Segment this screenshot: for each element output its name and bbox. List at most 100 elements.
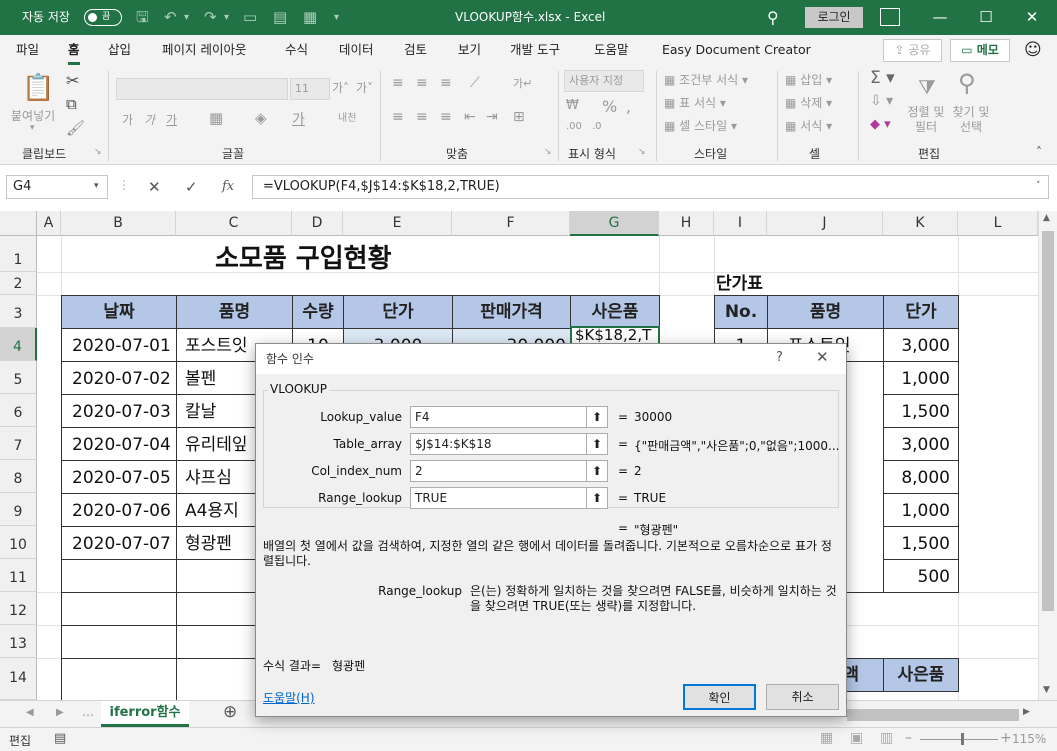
column-header[interactable]: C [176, 211, 292, 236]
zoom-in-icon[interactable]: + [1000, 730, 1012, 746]
column-header[interactable]: J [767, 211, 883, 236]
row-header[interactable]: 9 [0, 493, 37, 526]
bold-icon[interactable]: 가 [122, 111, 133, 128]
prev-sheet-icon[interactable]: ◀ [26, 707, 34, 718]
clipboard-launcher-icon[interactable]: ↘ [94, 147, 102, 157]
column-header[interactable]: D [292, 211, 343, 236]
paste-dropdown-icon[interactable]: ▾ [30, 123, 35, 133]
column-header[interactable]: I [714, 211, 767, 236]
font-size-combo[interactable]: 11 [290, 78, 330, 100]
col-index-input[interactable]: 2 [410, 460, 588, 482]
sort-filter-icon[interactable]: ⧩ [918, 75, 936, 99]
range-lookup-input[interactable]: TRUE [410, 487, 588, 509]
paste-icon[interactable]: 📋 [22, 73, 54, 103]
table-format-button[interactable]: ▦ 표 서식 ▾ [664, 94, 726, 111]
tab-formulas[interactable]: 수식 [285, 35, 308, 65]
price-cell[interactable]: 8,000 [883, 460, 959, 494]
cond-format-button[interactable]: ▦ 조건부 서식 ▾ [664, 71, 748, 88]
row-header[interactable]: 4 [0, 328, 37, 361]
help-link[interactable]: 도움말(H) [263, 689, 315, 706]
add-sheet-icon[interactable]: ⊕ [223, 702, 237, 722]
phonetic-icon[interactable]: 내천 [338, 109, 356, 124]
increase-decimal-icon[interactable]: .00 [566, 121, 582, 132]
smiley-icon[interactable]: ☺ [1024, 39, 1042, 61]
header-gift[interactable]: 사은품 [570, 295, 660, 329]
search-icon[interactable]: ⚲ [767, 0, 779, 35]
row-header[interactable]: 12 [0, 592, 37, 625]
header-price[interactable]: 단가 [883, 295, 959, 329]
align-middle-icon[interactable]: ≡ [416, 75, 428, 91]
shrink-font-icon[interactable]: 가˅ [356, 79, 373, 96]
paste-label[interactable]: 붙여넣기 [11, 107, 55, 124]
table-array-input[interactable]: $J$14:$K$18 [410, 433, 588, 455]
redo-dropdown-icon[interactable]: ▾ [224, 0, 229, 35]
lookup-value-input[interactable]: F4 [410, 406, 588, 428]
insert-function-icon[interactable]: fx [222, 175, 234, 199]
tab-page-layout[interactable]: 페이지 레이아웃 [162, 35, 246, 65]
price-cell[interactable]: 3,000 [883, 427, 959, 461]
increase-indent-icon[interactable]: ⇥ [486, 109, 498, 125]
column-header[interactable]: L [958, 211, 1038, 236]
price-cell[interactable]: 1,500 [883, 394, 959, 428]
cancel-icon[interactable]: ✕ [148, 175, 161, 199]
wrap-text-icon[interactable]: 가↵ [513, 75, 532, 91]
customize-qat-icon[interactable]: ▾ [334, 0, 339, 35]
page-break-view-icon[interactable]: ▥ [880, 730, 893, 746]
empty-cell[interactable] [61, 592, 177, 626]
number-launcher-icon[interactable]: ↘ [638, 147, 646, 157]
enter-icon[interactable]: ✓ [185, 175, 198, 199]
date-cell[interactable]: 2020-07-02 [61, 361, 177, 395]
scroll-thumb[interactable] [1042, 231, 1054, 611]
table-icon[interactable]: ▤ [273, 0, 287, 35]
price-cell[interactable]: 3,000 [883, 328, 959, 362]
collapse-dialog-icon[interactable]: ⬆ [586, 433, 608, 455]
date-cell[interactable]: 2020-07-04 [61, 427, 177, 461]
vertical-scrollbar[interactable]: ▲ ▼ [1038, 211, 1057, 700]
normal-view-icon[interactable]: ▦ [820, 730, 833, 746]
column-header[interactable]: G [570, 211, 659, 236]
header-date[interactable]: 날짜 [61, 295, 177, 329]
page-layout-view-icon[interactable]: ▣ [850, 730, 863, 746]
zoom-level[interactable]: 115% [1012, 732, 1046, 746]
format-cells-button[interactable]: ▦ 서식 ▾ [785, 117, 832, 134]
find-select-icon[interactable]: ⚲ [958, 69, 976, 97]
empty-cell[interactable] [61, 559, 177, 593]
sheet-icon[interactable]: ▦ [303, 0, 317, 35]
align-center-icon[interactable]: ≡ [416, 109, 428, 125]
row-header[interactable]: 8 [0, 460, 37, 493]
clear-icon[interactable]: ◆ ▾ [870, 117, 891, 132]
name-box[interactable]: G4 [6, 175, 108, 199]
column-header[interactable]: B [61, 211, 176, 236]
scroll-right-icon[interactable]: ▶ [1023, 707, 1030, 717]
find-select-label[interactable]: 찾기 및 선택 [948, 105, 994, 135]
scroll-down-icon[interactable]: ▼ [1043, 685, 1050, 695]
header-sale-price[interactable]: 판매가격 [452, 295, 571, 329]
autosum-icon[interactable]: Σ ▾ [870, 68, 895, 88]
tab-help[interactable]: 도움말 [594, 35, 629, 65]
italic-icon[interactable]: 가 [144, 111, 155, 128]
collapse-dialog-icon[interactable]: ⬆ [586, 406, 608, 428]
more-sheets-icon[interactable]: … [82, 705, 94, 719]
cut-icon[interactable]: ✂ [66, 71, 79, 90]
empty-cell[interactable] [61, 625, 177, 659]
alignment-launcher-icon[interactable]: ↘ [544, 147, 552, 157]
number-format-combo[interactable]: 사용자 지정 [564, 70, 644, 92]
grow-font-icon[interactable]: 가˄ [332, 79, 349, 96]
share-button[interactable]: ⇪ 공유 [883, 39, 942, 62]
column-header[interactable]: H [659, 211, 714, 236]
minimize-button[interactable]: — [917, 0, 963, 35]
cell-style-button[interactable]: ▦ 셀 스타일 ▾ [664, 117, 737, 134]
align-right-icon[interactable]: ≡ [440, 109, 452, 125]
price-cell[interactable]: 1,500 [883, 526, 959, 560]
header-unit-price[interactable]: 단가 [343, 295, 453, 329]
next-sheet-icon[interactable]: ▶ [56, 707, 64, 718]
new-file-icon[interactable]: ▭ [243, 0, 257, 35]
undo-dropdown-icon[interactable]: ▾ [184, 0, 189, 35]
tab-review[interactable]: 검토 [404, 35, 427, 65]
date-cell[interactable]: 2020-07-05 [61, 460, 177, 494]
align-bottom-icon[interactable]: ≡ [440, 75, 452, 91]
redo-icon[interactable]: ↷ [204, 0, 217, 35]
tab-home[interactable]: 홈 [68, 35, 80, 65]
merge-center-icon[interactable]: ⊞ [513, 109, 525, 125]
header-price-item[interactable]: 품명 [767, 295, 884, 329]
